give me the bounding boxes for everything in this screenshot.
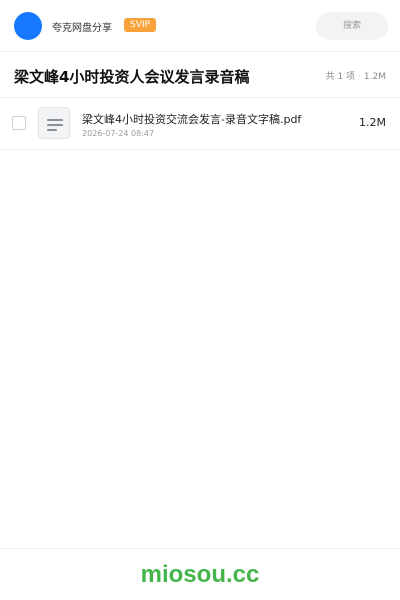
footer: miosou.cc: [0, 548, 400, 600]
top-bar: 夸克网盘分享 SVIP: [0, 0, 400, 52]
page-title: 梁文峰4小时投资人会议发言录音稿: [14, 68, 250, 86]
file-name[interactable]: 梁文峰4小时投资交流会发言-录音文字稿.pdf: [82, 111, 301, 127]
separator-dot: ·: [358, 72, 361, 82]
footer-logo[interactable]: miosou.cc: [0, 561, 400, 589]
avatar[interactable]: [14, 12, 42, 40]
file-checkbox[interactable]: [12, 116, 26, 130]
document-icon: [38, 107, 70, 139]
share-summary: 共 1 项 · 1.2M: [326, 69, 386, 82]
search-input[interactable]: [316, 12, 388, 40]
item-count: 共 1 项: [325, 72, 356, 82]
file-size: 1.2M: [359, 116, 386, 129]
svip-badge: SVIP: [124, 18, 156, 32]
file-row[interactable]: 梁文峰4小时投资交流会发言-录音文字稿.pdf 2026-07-24 08:47…: [0, 98, 400, 150]
share-title-bar: 梁文峰4小时投资人会议发言录音稿 共 1 项 · 1.2M: [0, 52, 400, 98]
file-date: 2026-07-24 08:47: [82, 129, 155, 138]
total-size: 1.2M: [363, 72, 386, 82]
brand-name: 夸克网盘分享: [52, 23, 112, 34]
